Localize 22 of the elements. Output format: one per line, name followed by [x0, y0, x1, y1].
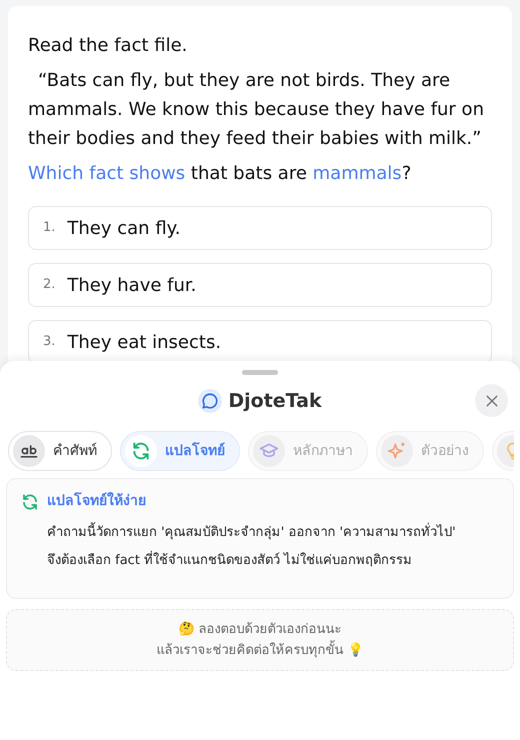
hint-text: 🤔 ลองตอบด้วยตัวเองก่อนนะ: [178, 620, 342, 639]
answer-option[interactable]: 1. They can fly.: [28, 206, 492, 250]
hint-text: แล้วเราจะช่วยคิดต่อให้ครบทุกขั้น 💡: [156, 640, 364, 661]
answer-option[interactable]: 2. They have fur.: [28, 263, 492, 307]
tab[interactable]: แปลโจทย์: [120, 431, 240, 471]
drag-handle[interactable]: [242, 370, 278, 375]
question-text: Which fact shows that bats are mammals?: [28, 162, 412, 186]
card-heading: แปลโจทย์ให้ง่าย: [47, 491, 146, 511]
refresh-icon: [131, 441, 151, 461]
close-icon: [484, 392, 500, 408]
close-button[interactable]: [475, 384, 508, 417]
instruction-text: Read the fact file.: [28, 34, 188, 58]
explanation-text: คำถามนี้วัดการแยก 'คุณสมบัติประจำกลุ่ม' ออกจาก 'ความสามารถทั่วไป': [47, 522, 499, 544]
graduation-cap-icon: [253, 435, 285, 467]
ab-icon: [13, 435, 45, 467]
refresh-icon: [21, 492, 39, 510]
explanation-text: จึงต้องเลือก fact ที่ใช้จำแนกชนิดของสัตว์ ไม่ใช่แค่บอกพฤติกรรม: [47, 550, 499, 572]
sheet-title: DjoteTak: [228, 388, 322, 414]
tab[interactable]: คำศัพท์: [8, 431, 112, 471]
sparkle-icon: [381, 435, 413, 467]
chat-bubble-icon: [198, 389, 222, 413]
passage-text: “Bats can fly, but they are not birds. They are mammals. We know this because they have fur on their bodies and they feed their babies with milk.”: [28, 69, 485, 151]
